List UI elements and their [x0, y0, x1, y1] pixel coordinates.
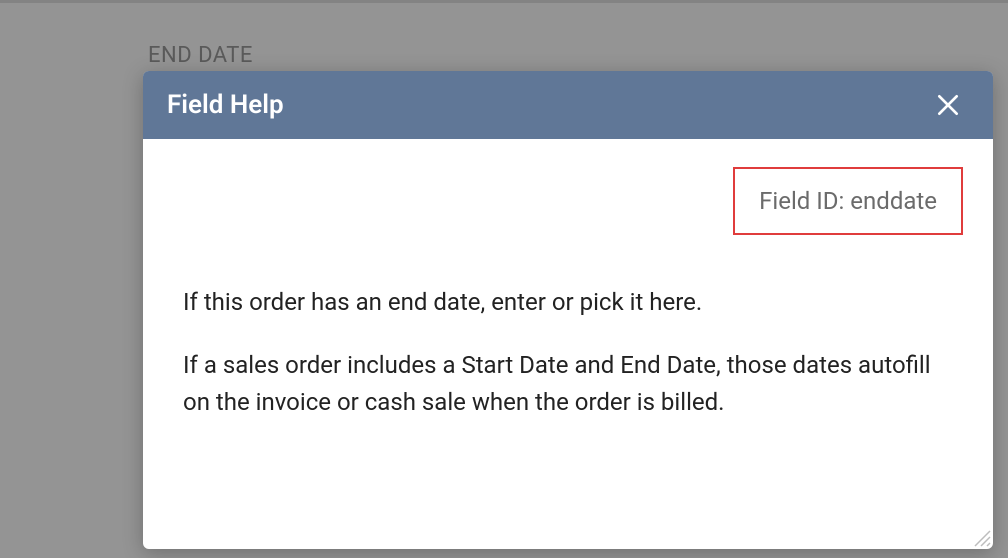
help-paragraph-1: If this order has an end date, enter or …	[183, 284, 953, 321]
field-id-box: Field ID: enddate	[733, 167, 963, 235]
modal-title: Field Help	[167, 90, 284, 120]
field-id-text: Field ID: enddate	[759, 187, 937, 215]
field-help-modal: Field Help Field ID: enddate If this ord…	[143, 71, 993, 549]
resize-icon	[971, 527, 991, 547]
end-date-label: END DATE	[148, 43, 253, 68]
help-paragraph-2: If a sales order includes a Start Date a…	[183, 347, 953, 421]
close-icon	[935, 92, 961, 118]
modal-header: Field Help	[143, 71, 993, 139]
close-button[interactable]	[927, 84, 969, 126]
resize-handle[interactable]	[971, 527, 991, 547]
modal-body: Field ID: enddate If this order has an e…	[143, 139, 993, 549]
help-content: If this order has an end date, enter or …	[183, 284, 953, 422]
